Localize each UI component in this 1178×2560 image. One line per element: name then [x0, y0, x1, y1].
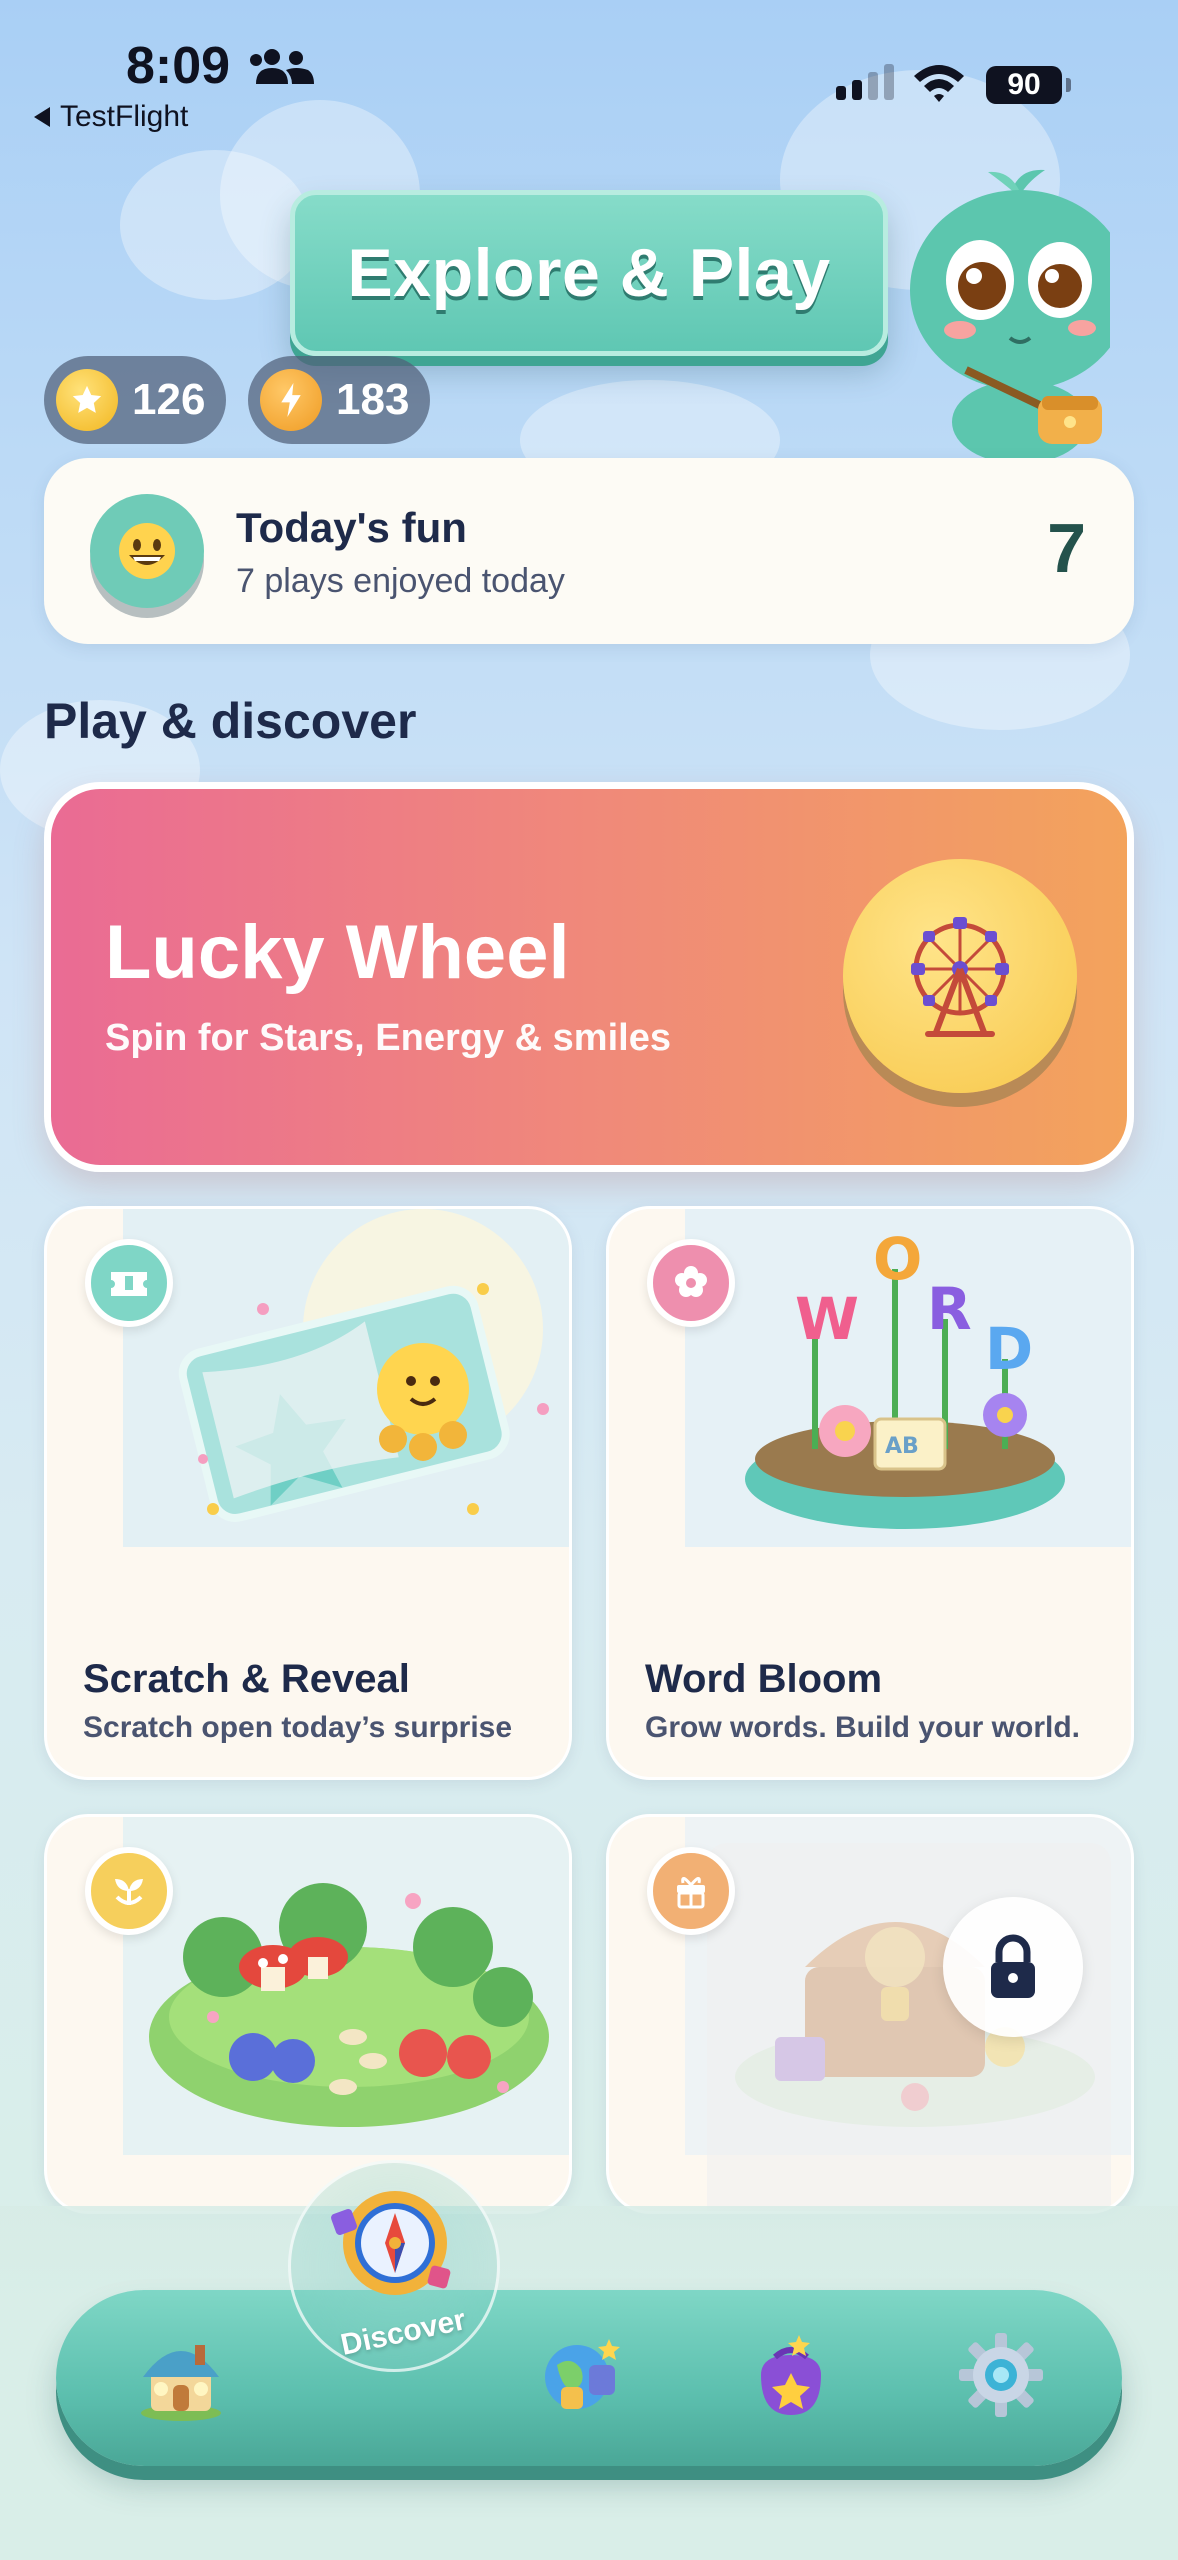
home-icon: [141, 2345, 221, 2421]
mascot-character-icon: [910, 169, 1110, 460]
garden-art: [123, 1817, 569, 2155]
todays-fun-card: Today's fun 7 plays enjoyed today 7: [44, 458, 1134, 644]
energy-count: 183: [336, 375, 410, 424]
shareplay-people-icon: [250, 49, 314, 84]
sprout-icon: [115, 1879, 143, 1905]
back-to-testflight-link[interactable]: TestFlight: [34, 100, 188, 134]
svg-text:AB: AB: [885, 1434, 919, 1459]
tab-games[interactable]: [526, 2320, 636, 2430]
today-subtitle: 7 plays enjoyed today: [236, 562, 565, 600]
battery-indicator: 90: [986, 66, 1071, 104]
flower-icon: [675, 1266, 707, 1297]
game-badge: [85, 1847, 173, 1935]
game-card-treasure-locked[interactable]: [606, 1814, 1134, 2214]
compass-icon: [331, 2191, 451, 2295]
ticket-icon: [111, 1272, 147, 1296]
svg-text:D: D: [985, 1315, 1033, 1383]
wifi-icon: [914, 65, 964, 102]
lock-icon[interactable]: [943, 1897, 1083, 2037]
svg-text:O: O: [873, 1225, 922, 1293]
word-bloom-art: W O R D AB: [685, 1209, 1131, 1547]
game-badge: [85, 1239, 173, 1327]
today-play-count: 7: [1047, 509, 1086, 587]
stars-count: 126: [132, 375, 206, 424]
game-subtitle: Grow words. Build your world.: [645, 1711, 1081, 1744]
scratch-ticket-art: [123, 1209, 569, 1547]
game-card-word-bloom[interactable]: W O R D AB Word Bloom Grow words. Build …: [606, 1206, 1134, 1780]
stars-balance[interactable]: 126: [44, 356, 226, 444]
bottom-tab-bar: [56, 2290, 1122, 2466]
bag-icon: [761, 2335, 821, 2415]
game-card-garden[interactable]: [44, 1814, 572, 2214]
game-title: Word Bloom: [645, 1657, 883, 1701]
ferris-wheel-icon[interactable]: [843, 859, 1077, 1093]
lucky-wheel-subtitle: Spin for Stars, Energy & smiles: [105, 1017, 671, 1059]
gift-icon: [677, 1877, 705, 1909]
svg-text:R: R: [927, 1275, 972, 1343]
locked-overlay: [707, 1843, 1111, 2211]
game-badge: [647, 1239, 735, 1327]
grinning-face-icon: [90, 494, 204, 608]
tab-rewards[interactable]: [736, 2320, 846, 2430]
game-title: Scratch & Reveal: [83, 1657, 410, 1701]
game-badge: [647, 1847, 735, 1935]
lucky-wheel-card[interactable]: Lucky Wheel Spin for Stars, Energy & smi…: [44, 782, 1134, 1172]
tab-home[interactable]: [126, 2320, 236, 2430]
gear-icon: [959, 2333, 1043, 2417]
lucky-wheel-title: Lucky Wheel: [105, 910, 570, 995]
svg-text:W: W: [795, 1285, 859, 1353]
cellular-signal-icon: [836, 64, 894, 100]
energy-balance[interactable]: 183: [248, 356, 430, 444]
back-link-label: TestFlight: [60, 100, 189, 133]
today-title: Today's fun: [236, 504, 467, 551]
globe-icon: [545, 2339, 620, 2409]
page-title: Explore & Play: [347, 235, 831, 311]
energy-bolt-icon: [260, 369, 322, 431]
tab-settings[interactable]: [946, 2320, 1056, 2430]
header-banner: Explore & Play: [290, 190, 888, 356]
game-card-scratch-reveal[interactable]: Scratch & Reveal Scratch open today’s su…: [44, 1206, 572, 1780]
section-title: Play & discover: [44, 693, 417, 749]
game-subtitle: Scratch open today’s surprise: [83, 1711, 513, 1744]
status-time: 8:09: [126, 37, 231, 95]
star-coin-icon: [56, 369, 118, 431]
back-arrow-icon: [34, 107, 50, 127]
